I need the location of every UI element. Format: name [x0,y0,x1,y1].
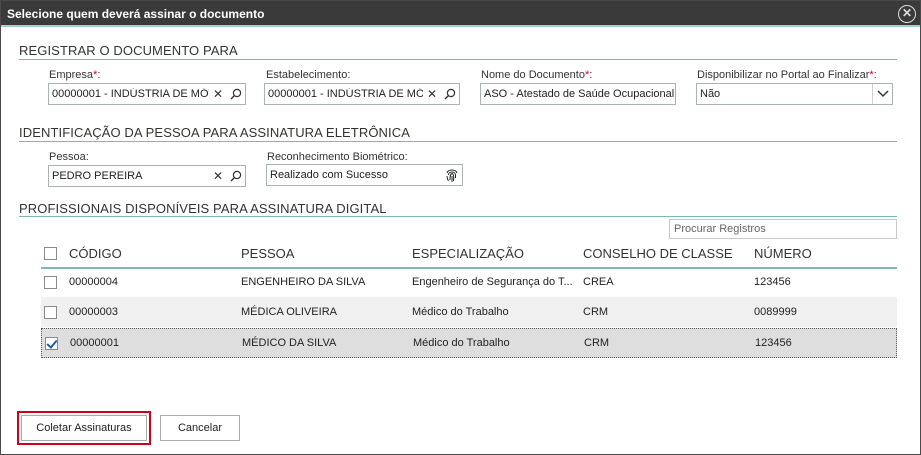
especializacao-cell: Médico do Trabalho [412,306,509,318]
codigo-cell: 00000001 [70,337,119,349]
numero-cell: 0089999 [754,306,797,318]
column-header[interactable]: CONSELHO DE CLASSE [583,246,733,261]
empresa-field[interactable]: 00000001 - INDÚSTRIA DE MÓVEIS ✕ [48,83,246,105]
pessoa-label: Pessoa: [49,151,89,163]
numero-cell: 123456 [754,276,791,288]
section-divider [19,141,897,142]
pessoa-cell: MÉDICA OLIVEIRA [241,306,337,318]
close-icon[interactable]: ✕ [898,5,916,23]
conselho-cell: CREA [583,276,614,288]
especializacao-cell: Médico do Trabalho [413,337,510,349]
numero-cell: 123456 [755,337,792,349]
conselho-cell: CRM [583,306,609,318]
search-icon[interactable] [227,166,245,186]
dialog-title: Selecione quem deverá assinar o document… [7,7,265,21]
dialog-titlebar: Selecione quem deverá assinar o document… [1,1,920,27]
column-header[interactable]: CÓDIGO [69,246,122,261]
nome-documento-label: Nome do Documento*: [481,69,593,81]
conselho-cell: CRM [584,337,610,349]
estabelecimento-field[interactable]: 00000001 - INDÚSTRIA DE MÓVEIS ✕ [264,83,460,105]
column-header[interactable]: PESSOA [241,246,294,261]
section-professionals-title: PROFISSIONAIS DISPONÍVEIS PARA ASSINATUR… [19,201,387,216]
especializacao-cell: Engenheiro de Segurança do T... [412,276,573,288]
pessoa-cell: ENGENHEIRO DA SILVA [241,276,366,288]
codigo-cell: 00000003 [69,306,118,318]
estabelecimento-value[interactable]: 00000001 - INDÚSTRIA DE MÓVEIS [265,88,423,100]
estabelecimento-label: Estabelecimento: [266,69,351,81]
table-row-selected[interactable]: 00000001 MÉDICO DA SILVA Médico do Traba… [41,328,897,358]
clear-icon[interactable]: ✕ [423,84,441,104]
chevron-down-icon[interactable] [872,84,892,104]
codigo-cell: 00000004 [69,276,118,288]
disponibilizar-value[interactable]: Não [697,88,872,100]
empresa-value[interactable]: 00000001 - INDÚSTRIA DE MÓVEIS [49,88,209,100]
table-row[interactable]: 00000003 MÉDICA OLIVEIRA Médico do Traba… [41,297,897,327]
section-identification-title: IDENTIFICAÇÃO DA PESSOA PARA ASSINATURA … [19,125,411,140]
biometrico-value: Realizado com Sucesso [270,169,389,181]
row-checkbox[interactable] [45,337,58,350]
select-all-checkbox[interactable] [44,247,57,260]
table-row[interactable]: 00000004 ENGENHEIRO DA SILVA Engenheiro … [41,267,897,297]
row-checkbox[interactable] [44,276,57,289]
row-checkbox[interactable] [44,306,57,319]
cancel-button[interactable]: Cancelar [160,415,240,441]
collect-signatures-button[interactable]: Coletar Assinaturas [17,411,151,445]
section-divider [19,59,897,60]
search-icon[interactable] [227,84,245,104]
fingerprint-icon[interactable] [442,165,462,185]
clear-icon[interactable]: ✕ [209,84,227,104]
section-divider [19,216,897,217]
column-header[interactable]: NÚMERO [754,246,812,261]
disponibilizar-select[interactable]: Não [696,83,893,105]
nome-documento-value[interactable]: ASO - Atestado de Saúde Ocupacional [481,88,675,100]
section-register-title: REGISTRAR O DOCUMENTO PARA [19,43,238,58]
clear-icon[interactable]: ✕ [209,166,227,186]
empresa-label: Empresa*: [49,69,101,81]
nome-documento-field[interactable]: ASO - Atestado de Saúde Ocupacional [480,83,676,105]
biometrico-label: Reconhecimento Biométrico: [267,151,408,163]
pessoa-value[interactable]: PEDRO PEREIRA [49,170,209,182]
search-records-input[interactable]: Procurar Registros [669,219,897,239]
pessoa-cell: MÉDICO DA SILVA [242,337,337,349]
disponibilizar-label: Disponibilizar no Portal ao Finalizar*: [697,69,877,81]
column-header[interactable]: ESPECIALIZAÇÃO [412,246,524,261]
signature-dialog: Selecione quem deverá assinar o document… [0,0,921,455]
pessoa-field[interactable]: PEDRO PEREIRA ✕ [48,165,246,187]
table-header: CÓDIGO PESSOA ESPECIALIZAÇÃO CONSELHO DE… [41,241,897,269]
biometrico-field: Realizado com Sucesso [266,164,463,186]
search-icon[interactable] [441,84,459,104]
